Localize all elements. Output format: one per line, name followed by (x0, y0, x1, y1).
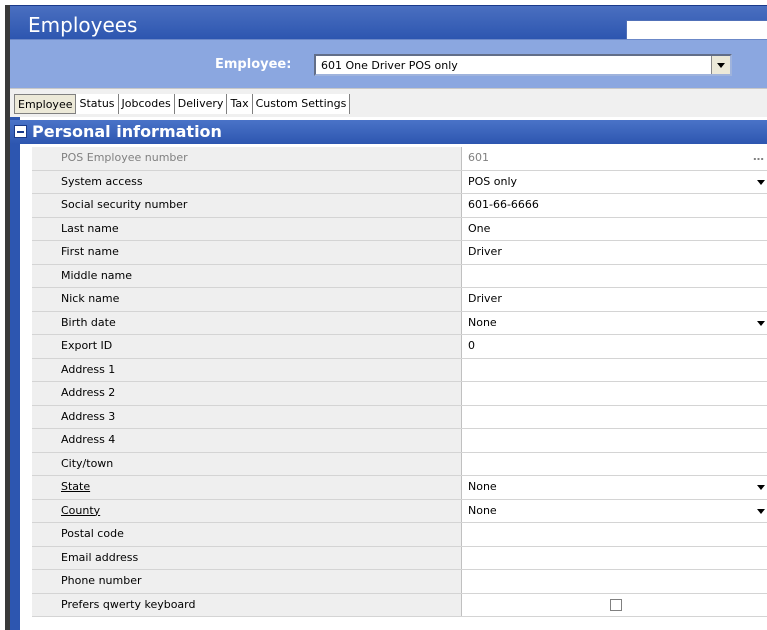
property-label: Address 3 (32, 405, 462, 428)
chevron-down-icon[interactable] (757, 485, 765, 490)
property-value-text: 601 (468, 151, 489, 164)
ellipsis-icon[interactable]: … (753, 147, 764, 167)
property-value-last-name[interactable]: One (462, 217, 767, 240)
property-row-postal-code: Postal code (32, 523, 767, 547)
property-value-email-address[interactable] (462, 546, 767, 569)
checkbox[interactable] (610, 598, 622, 611)
property-value-state[interactable]: None (462, 476, 767, 499)
property-value-text: 0 (468, 339, 475, 352)
property-label[interactable]: County (32, 499, 462, 522)
property-value-text: None (468, 480, 497, 493)
property-label: Last name (32, 217, 462, 240)
property-value-address-3[interactable] (462, 405, 767, 428)
property-row-city-town: City/town (32, 452, 767, 476)
property-value-county[interactable]: None (462, 499, 767, 522)
property-label: Middle name (32, 264, 462, 287)
property-label: Phone number (32, 570, 462, 593)
property-row-phone-number: Phone number (32, 570, 767, 594)
section-header-personal-information[interactable]: Personal information (10, 120, 767, 144)
property-value-text: None (468, 503, 497, 517)
property-label: City/town (32, 452, 462, 475)
property-label: POS Employee number (32, 147, 462, 170)
property-row-county: County None (32, 499, 767, 523)
property-row-address-1: Address 1 (32, 358, 767, 382)
property-value-text: Driver (468, 292, 502, 305)
property-row-social-security-number: Social security number 601-66-6666 (32, 194, 767, 218)
employee-selector-bar: Employee: 601 One Driver POS only (10, 39, 767, 88)
employee-select-value: 601 One Driver POS only (321, 59, 458, 72)
property-row-system-access: System access POS only (32, 170, 767, 194)
property-value-text: Driver (468, 245, 502, 258)
window-title: Employees (28, 13, 138, 37)
property-value-export-id[interactable]: 0 (462, 335, 767, 358)
tab-custom-settings[interactable]: Custom Settings (253, 94, 351, 114)
property-row-last-name: Last name One (32, 217, 767, 241)
property-value-nick-name[interactable]: Driver (462, 288, 767, 311)
property-label: Export ID (32, 335, 462, 358)
property-label: Address 2 (32, 382, 462, 405)
property-label: First name (32, 241, 462, 264)
section-title: Personal information (32, 122, 222, 141)
property-row-state: State None (32, 476, 767, 500)
property-row-middle-name: Middle name (32, 264, 767, 288)
property-row-export-id: Export ID 0 (32, 335, 767, 359)
property-value-postal-code[interactable] (462, 523, 767, 546)
tab-strip: Employee Status Jobcodes Delivery Tax Custom … (10, 88, 767, 117)
property-value-address-1[interactable] (462, 358, 767, 381)
tab-employee[interactable]: Employee (14, 94, 77, 114)
property-value-system-access[interactable]: POS only (462, 170, 767, 193)
tab-status[interactable]: Status (76, 94, 119, 114)
property-value-city-town[interactable] (462, 452, 767, 475)
employee-select-dropdown-button[interactable] (711, 56, 730, 74)
chevron-down-icon (717, 62, 725, 68)
property-label: Nick name (32, 288, 462, 311)
property-row-address-2: Address 2 (32, 382, 767, 406)
grid-left-bar (10, 117, 20, 630)
chevron-down-icon[interactable] (757, 320, 765, 326)
property-label: System access (32, 170, 462, 193)
employee-selector-label: Employee: (215, 57, 292, 72)
property-label: Prefers qwerty keyboard (32, 593, 462, 616)
property-value-middle-name[interactable] (462, 264, 767, 287)
title-bar: Employees (10, 5, 767, 44)
property-value-text: One (468, 221, 491, 235)
collapse-icon[interactable] (14, 125, 27, 138)
property-label: Email address (32, 546, 462, 569)
property-value-text: POS only (468, 174, 518, 188)
property-row-address-4: Address 4 (32, 429, 767, 453)
employee-select[interactable]: 601 One Driver POS only (314, 54, 732, 76)
property-row-email-address: Email address (32, 546, 767, 570)
property-value-first-name[interactable]: Driver (462, 241, 767, 264)
property-value-phone-number[interactable] (462, 570, 767, 593)
tab-list: Employee Status Jobcodes Delivery Tax Custom … (14, 94, 351, 114)
property-row-first-name: First name Driver (32, 241, 767, 265)
property-value-text: 601-66-6666 (468, 198, 539, 211)
tab-delivery[interactable]: Delivery (175, 94, 228, 114)
property-row-birth-date: Birth date None (32, 311, 767, 335)
property-label: Postal code (32, 523, 462, 546)
property-value-pos-employee-number: 601 … (462, 147, 767, 170)
property-value-address-2[interactable] (462, 382, 767, 405)
property-label: Birth date (32, 311, 462, 334)
property-row-pos-employee-number: POS Employee number 601 … (32, 147, 767, 171)
property-value-birth-date[interactable]: None (462, 311, 767, 334)
property-value-address-4[interactable] (462, 429, 767, 452)
property-label: Address 1 (32, 358, 462, 381)
tab-jobcodes[interactable]: Jobcodes (119, 94, 175, 114)
property-row-prefers-qwerty-keyboard: Prefers qwerty keyboard (32, 593, 767, 617)
tab-tax[interactable]: Tax (227, 94, 253, 114)
chevron-down-icon[interactable] (757, 508, 765, 514)
property-value-prefers-qwerty-keyboard[interactable] (462, 593, 767, 616)
property-label[interactable]: State (32, 476, 462, 499)
property-row-address-3: Address 3 (32, 405, 767, 429)
property-label: Social security number (32, 194, 462, 217)
property-row-nick-name: Nick name Driver (32, 288, 767, 312)
property-rows: POS Employee number 601… System access POS … (32, 147, 767, 617)
chevron-down-icon[interactable] (757, 179, 765, 185)
property-value-social-security-number[interactable]: 601-66-6666 (462, 194, 767, 217)
property-value-text: None (468, 315, 497, 329)
property-label: Address 4 (32, 429, 462, 452)
